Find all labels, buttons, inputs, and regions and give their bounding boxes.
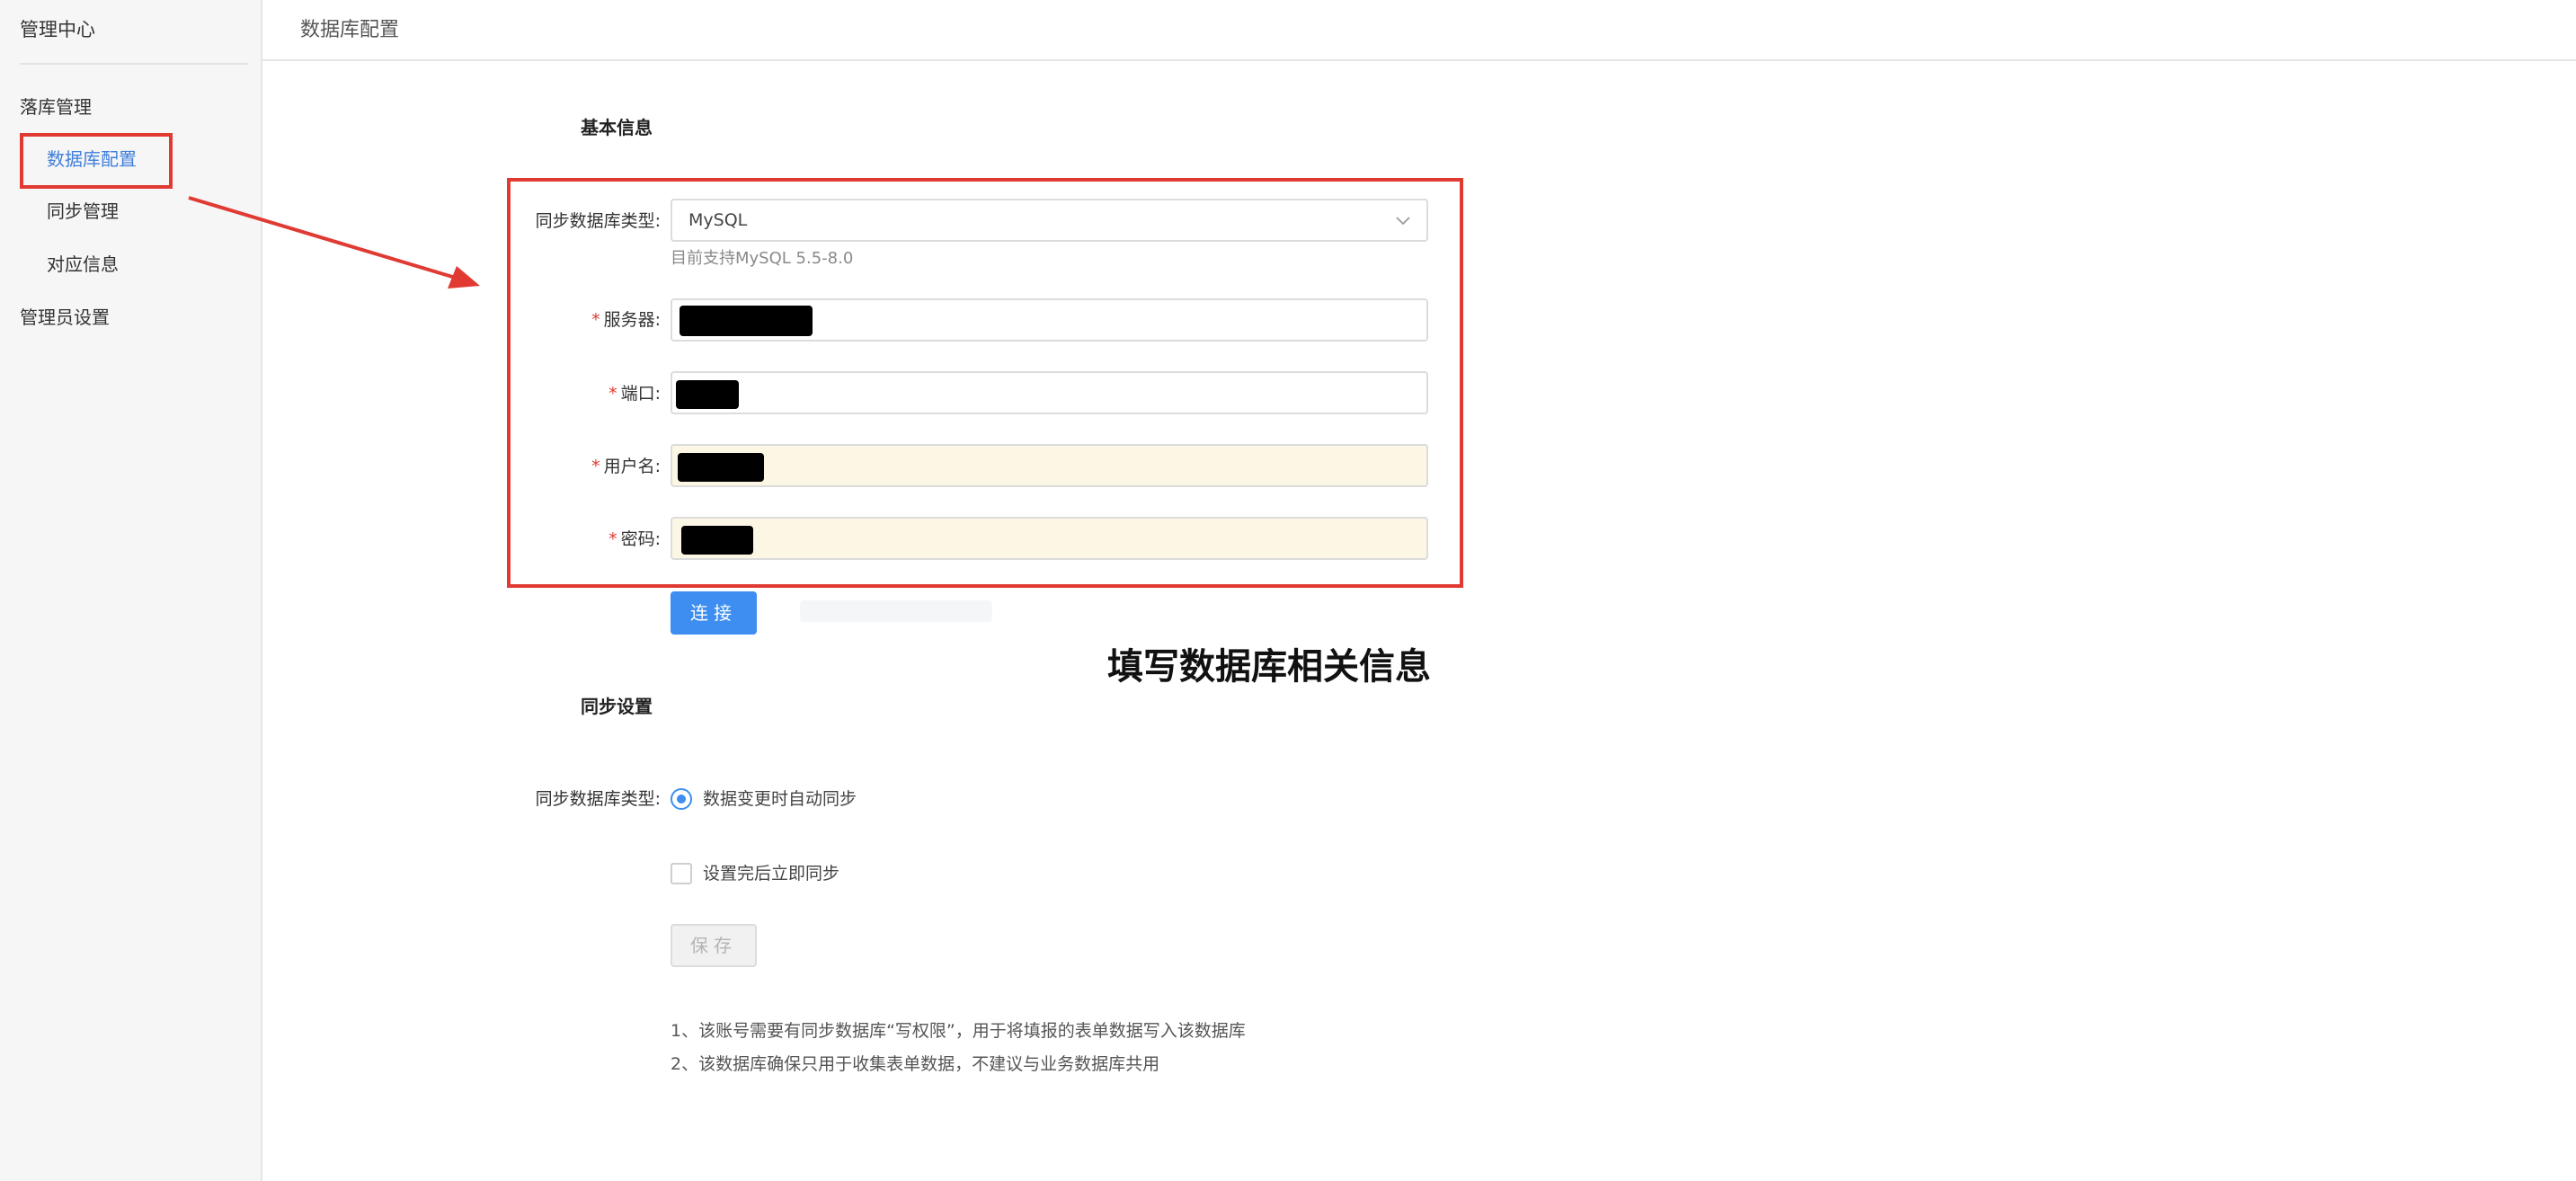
sync-settings-title: 同步设置	[581, 696, 653, 717]
annotation-text: 填写数据库相关信息	[1107, 646, 1431, 688]
sidebar-group-admin-settings[interactable]: 管理员设置	[20, 302, 110, 333]
sidebar-item-sync-management[interactable]: 同步管理	[47, 196, 119, 226]
sidebar-group-storage[interactable]: 落库管理	[20, 92, 92, 122]
page-header: 数据库配置	[262, 0, 2576, 61]
save-button[interactable]: 保存	[671, 924, 757, 967]
connect-button[interactable]: 连接	[671, 591, 757, 635]
note-line-2: 2、该数据库确保只用于收集表单数据，不建议与业务数据库共用	[671, 1054, 1160, 1074]
basic-info-title: 基本信息	[581, 117, 653, 138]
auto-sync-radio[interactable]	[671, 788, 692, 810]
form-highlight-box	[507, 178, 1463, 588]
sync-immediately-checkbox[interactable]	[671, 863, 692, 884]
faint-status-placeholder	[800, 600, 992, 622]
page-title: 数据库配置	[300, 19, 400, 41]
sync-immediately-label[interactable]: 设置完后立即同步	[703, 860, 839, 887]
auto-sync-label[interactable]: 数据变更时自动同步	[703, 786, 857, 812]
note-line-1: 1、该账号需要有同步数据库“写权限”，用于将填报的表单数据写入该数据库	[671, 1021, 1246, 1041]
sidebar-highlight-box	[20, 133, 173, 189]
sidebar-divider	[20, 63, 248, 65]
sidebar-item-mapping-info[interactable]: 对应信息	[47, 249, 119, 280]
sync-type-label: 同步数据库类型:	[535, 789, 661, 809]
sidebar-title: 管理中心	[20, 19, 95, 40]
